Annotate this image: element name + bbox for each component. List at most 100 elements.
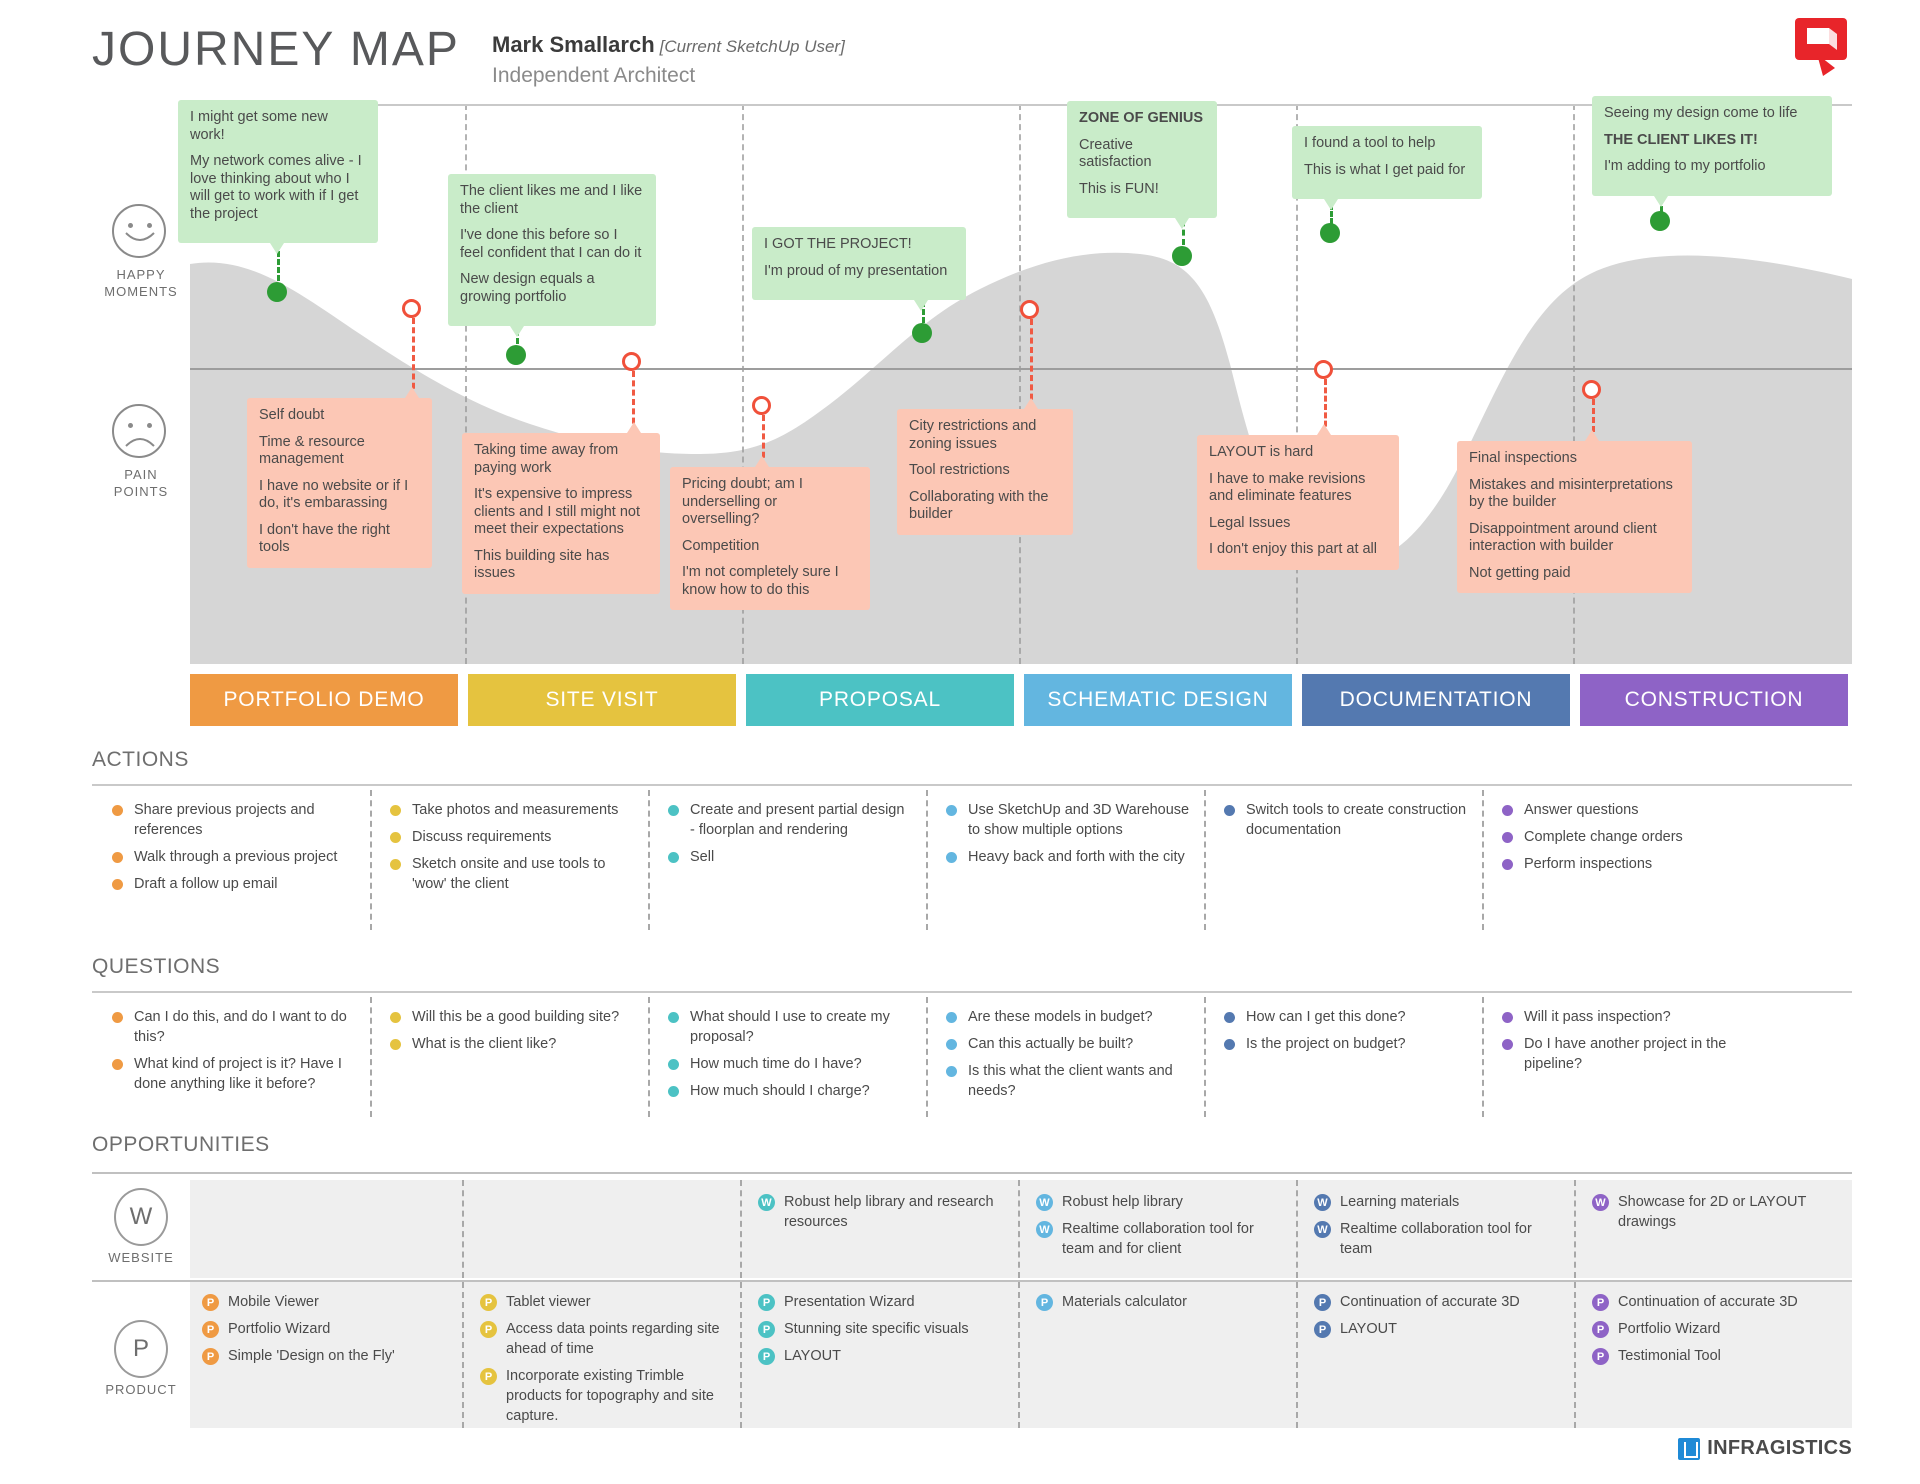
pain-dot-2: [622, 352, 641, 371]
questions-rule: [92, 991, 1852, 993]
product-opportunity-column-1: P Mobile Viewer P Portfolio Wizard P Simple '…: [202, 1292, 448, 1373]
page-header: JOURNEY MAP Mark Smallarch [Current Sketc…: [0, 0, 1920, 100]
phase-documentation[interactable]: DOCUMENTATION: [1302, 674, 1570, 726]
happy-callout-2: The client likes me and I like the clien…: [448, 174, 656, 337]
product-badge-icon: P: [114, 1320, 168, 1378]
action-item: Answer questions: [1502, 800, 1746, 820]
column-divider: [926, 997, 928, 1117]
happy-dot-1: [267, 282, 287, 302]
action-item: Sketch onsite and use tools to 'wow' the…: [390, 854, 634, 894]
action-item-text: Share previous projects and references: [134, 802, 315, 838]
bullet-dot-icon: [946, 1012, 957, 1023]
happy-callout-3: I GOT THE PROJECT! I'm proud of my prese…: [752, 227, 966, 311]
phase-construction[interactable]: CONSTRUCTION: [1580, 674, 1848, 726]
question-item: What should I use to create my proposal?: [668, 1007, 912, 1047]
column-divider: [1482, 790, 1484, 930]
phase-portfolio-demo[interactable]: PORTFOLIO DEMO: [190, 674, 458, 726]
product-opportunity-item: P Access data points regarding site ahead…: [480, 1319, 726, 1359]
action-column-2: Take photos and measurements Discuss requ…: [390, 800, 634, 901]
persona-tag: [Current SketchUp User]: [659, 37, 845, 56]
question-item-text: What should I use to create my proposal?: [690, 1009, 890, 1045]
product-opportunity-item: P Simple 'Design on the Fly': [202, 1346, 448, 1366]
bullet-dot-icon: [946, 1039, 957, 1050]
bullet-dot-icon: [390, 832, 401, 843]
product-pill-icon: P: [1592, 1321, 1609, 1338]
website-opportunity-item: W Robust help library and research resour…: [758, 1192, 1004, 1232]
column-divider: [370, 790, 372, 930]
question-item: What kind of project is it? Have I done …: [112, 1054, 356, 1094]
product-pill-icon: P: [1314, 1321, 1331, 1338]
action-item-text: Heavy back and forth with the city: [968, 849, 1185, 865]
bullet-dot-icon: [668, 852, 679, 863]
bullet-dot-icon: [1224, 805, 1235, 816]
product-opportunity-item-text: Simple 'Design on the Fly': [228, 1348, 395, 1364]
column-divider: [926, 790, 928, 930]
happy-callout-1: I might get some new work! My network co…: [178, 100, 378, 254]
product-opportunity-item-text: Continuation of accurate 3D: [1340, 1294, 1520, 1310]
bullet-dot-icon: [668, 1086, 679, 1097]
phase-bar-row: PORTFOLIO DEMO SITE VISIT PROPOSAL SCHEM…: [92, 674, 1852, 726]
question-item: How can I get this done?: [1224, 1007, 1468, 1027]
emotion-graph: HAPPY MOMENTS PAIN POINTS I might get so…: [92, 96, 1852, 664]
product-badge-group: P PRODUCT: [92, 1320, 190, 1397]
questions-section-title: QUESTIONS: [92, 955, 221, 978]
action-item: Share previous projects and references: [112, 800, 356, 840]
product-pill-icon: P: [1036, 1294, 1053, 1311]
product-opportunity-column-2: P Tablet viewer P Access data points regard…: [480, 1292, 726, 1433]
bullet-dot-icon: [946, 1066, 957, 1077]
phase-label: SITE VISIT: [545, 688, 659, 711]
happy-callout-4: ZONE OF GENIUS Creative satisfaction Thi…: [1067, 101, 1217, 229]
phase-site-visit[interactable]: SITE VISIT: [468, 674, 736, 726]
action-item-text: Sketch onsite and use tools to 'wow' the…: [412, 856, 606, 892]
pain-callout-6: Final inspections Mistakes and misinterp…: [1457, 430, 1692, 593]
connector-pain-4: [1030, 319, 1033, 409]
action-item-text: Complete change orders: [1524, 829, 1683, 845]
product-pill-icon: P: [758, 1321, 775, 1338]
phase-label: PORTFOLIO DEMO: [223, 688, 425, 711]
action-column-4: Use SketchUp and 3D Warehouse to show mu…: [946, 800, 1190, 874]
question-item: Is this what the client wants and needs?: [946, 1061, 1190, 1101]
product-opportunity-item: P Continuation of accurate 3D: [1314, 1292, 1560, 1312]
sad-face-icon: [112, 404, 166, 458]
bullet-dot-icon: [1224, 1039, 1235, 1050]
website-opportunity-column-5: W Learning materials W Realtime collaborati…: [1314, 1192, 1560, 1266]
website-pill-icon: W: [758, 1194, 775, 1211]
column-divider: [740, 1282, 742, 1428]
product-opportunity-item-text: Presentation Wizard: [784, 1294, 915, 1310]
pain-callout-4: City restrictions and zoning issues Tool…: [897, 398, 1073, 535]
website-pill-icon: W: [1314, 1194, 1331, 1211]
question-item: Do I have another project in the pipelin…: [1502, 1034, 1746, 1074]
phase-label: CONSTRUCTION: [1624, 688, 1804, 711]
persona-name: Mark Smallarch: [492, 32, 655, 57]
bullet-dot-icon: [112, 805, 123, 816]
infragistics-logo: INFRAGISTICS: [1678, 1437, 1852, 1460]
bullet-dot-icon: [668, 805, 679, 816]
product-pill-icon: P: [202, 1348, 219, 1365]
product-opportunity-item-text: Portfolio Wizard: [228, 1321, 331, 1337]
phase-schematic-design[interactable]: SCHEMATIC DESIGN: [1024, 674, 1292, 726]
product-opportunity-item-text: Continuation of accurate 3D: [1618, 1294, 1798, 1310]
question-item: Is the project on budget?: [1224, 1034, 1468, 1054]
bullet-dot-icon: [390, 805, 401, 816]
question-item-text: Can this actually be built?: [968, 1036, 1134, 1052]
actions-section-title: ACTIONS: [92, 748, 189, 771]
website-pill-icon: W: [1036, 1221, 1053, 1238]
column-divider: [1018, 1180, 1020, 1278]
product-opportunity-column-6: P Continuation of accurate 3D P Portfolio W…: [1592, 1292, 1838, 1373]
website-opportunity-item-text: Robust help library: [1062, 1194, 1183, 1210]
action-item: Switch tools to create construction docu…: [1224, 800, 1468, 840]
website-opportunity-item: W Realtime collaboration tool for team an…: [1036, 1219, 1282, 1259]
action-item-text: Take photos and measurements: [412, 802, 619, 818]
action-item-text: Create and present partial design - floo…: [690, 802, 905, 838]
product-pill-icon: P: [758, 1348, 775, 1365]
bullet-dot-icon: [946, 852, 957, 863]
product-opportunity-item-text: Access data points regarding site ahead …: [506, 1321, 720, 1357]
phase-proposal[interactable]: PROPOSAL: [746, 674, 1014, 726]
action-item-text: Walk through a previous project: [134, 849, 338, 865]
bullet-dot-icon: [1502, 859, 1513, 870]
column-divider: [1296, 1180, 1298, 1278]
bullet-dot-icon: [390, 1039, 401, 1050]
website-opportunity-item: W Showcase for 2D or LAYOUT drawings: [1592, 1192, 1838, 1232]
website-badge-group: W WEBSITE: [92, 1188, 190, 1265]
column-divider: [1482, 997, 1484, 1117]
